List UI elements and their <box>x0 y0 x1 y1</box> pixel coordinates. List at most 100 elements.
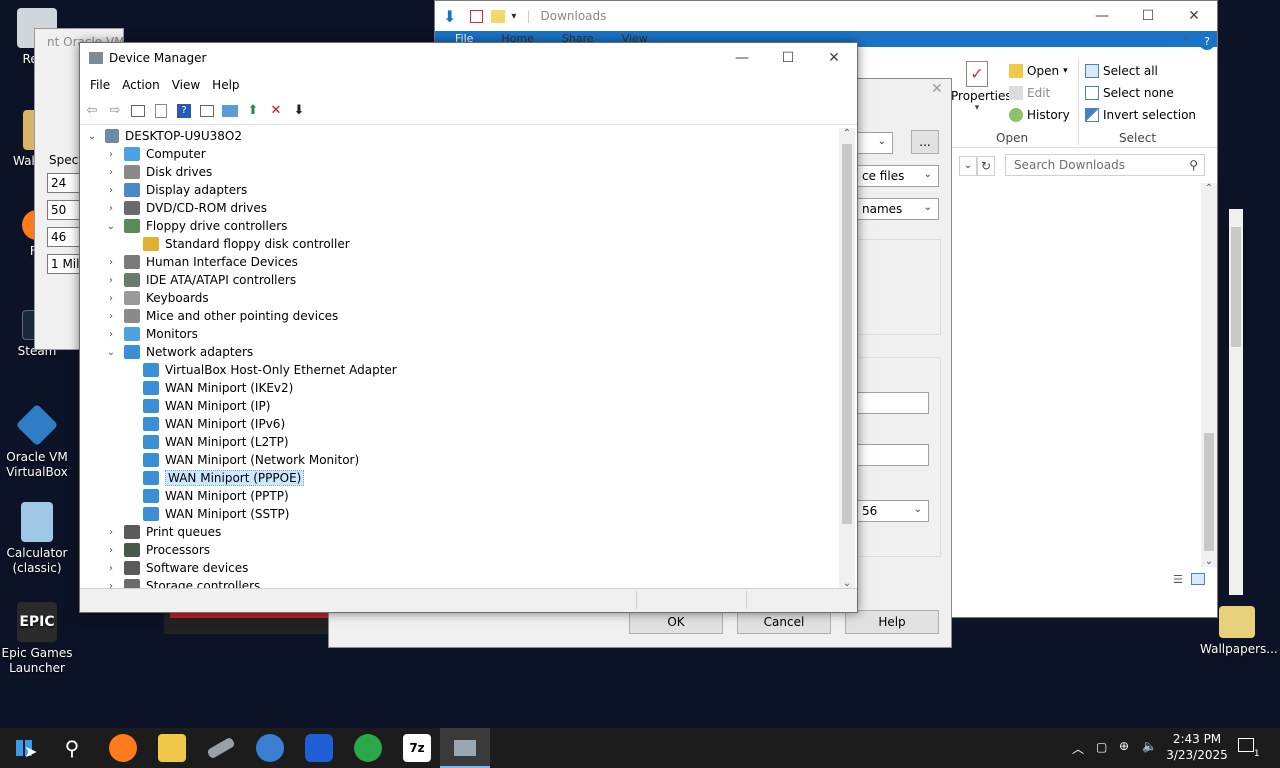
expand-chevron-icon[interactable]: › <box>105 257 117 268</box>
expand-chevron-icon[interactable]: › <box>105 293 117 304</box>
tree-device[interactable]: WAN Miniport (IP) <box>124 397 270 415</box>
properties-quick-icon[interactable] <box>470 9 484 23</box>
forward-icon[interactable]: ⇨ <box>105 101 125 121</box>
tree-category[interactable]: › Disk drives <box>105 163 212 181</box>
properties-icon[interactable] <box>151 101 171 121</box>
desktop-icon-virtualbox[interactable]: Oracle VM VirtualBox <box>0 403 74 480</box>
tree-scrollbar[interactable]: ⌃ ⌄ <box>839 128 855 589</box>
new-folder-quick-icon[interactable] <box>491 9 506 23</box>
tree-category[interactable]: › Print queues <box>105 523 221 541</box>
tree-category[interactable]: › Display adapters <box>105 181 247 199</box>
view-icon[interactable] <box>197 101 217 121</box>
show-hide-tree-icon[interactable] <box>128 101 148 121</box>
scroll-up-icon[interactable]: ⌃ <box>839 128 855 139</box>
large-icons-view-icon[interactable] <box>1191 573 1205 585</box>
back-icon[interactable]: ⇦ <box>82 101 102 121</box>
malwarebytes-taskbar-icon[interactable] <box>305 734 333 762</box>
file-explorer-taskbar-icon[interactable] <box>158 734 186 762</box>
scrollbar-thumb[interactable] <box>842 144 852 524</box>
scan-hardware-icon[interactable] <box>220 101 240 121</box>
file-list-scrollbar[interactable]: ⌃ ⌄ <box>1201 183 1217 567</box>
action-center-button[interactable]: 1 <box>1238 738 1264 759</box>
tree-category[interactable]: › Human Interface Devices <box>105 253 298 271</box>
open-button[interactable]: Open ▾ <box>1009 60 1068 82</box>
browse-button[interactable]: ... <box>911 130 939 154</box>
outer-scrollbar[interactable] <box>1229 209 1243 595</box>
expand-chevron-icon[interactable]: › <box>105 527 117 538</box>
properties-button[interactable]: ✓ Properties ▾ <box>951 61 1012 113</box>
tree-category[interactable]: › Computer <box>105 145 206 163</box>
tree-device[interactable]: WAN Miniport (SSTP) <box>124 505 289 523</box>
menu-action[interactable]: Action <box>116 78 166 92</box>
tree-device[interactable]: Standard floppy disk controller <box>124 235 350 253</box>
collapse-chevron-icon[interactable]: ⌄ <box>105 221 117 232</box>
expand-chevron-icon[interactable]: › <box>105 329 117 340</box>
details-view-icon[interactable]: ☰ <box>1173 573 1183 586</box>
invert-selection-button[interactable]: Invert selection <box>1085 104 1196 126</box>
expand-chevron-icon[interactable]: › <box>105 563 117 574</box>
edit-button[interactable]: Edit <box>1009 82 1050 104</box>
search-button[interactable]: ⚲ <box>56 734 88 762</box>
close-button[interactable]: ✕ <box>1171 1 1217 31</box>
text-field[interactable] <box>857 444 929 466</box>
size-combo[interactable]: 56 ⌄ <box>857 500 929 522</box>
select-none-button[interactable]: Select none <box>1085 82 1174 104</box>
minimize-button[interactable]: — <box>1079 1 1125 31</box>
refresh-icon[interactable]: ↻ <box>977 156 995 176</box>
browser-taskbar-icon[interactable] <box>354 734 382 762</box>
usb-tool-taskbar-icon[interactable] <box>206 736 236 760</box>
help-icon[interactable]: ? <box>1199 34 1215 50</box>
device-manager-taskbar-button[interactable] <box>440 728 490 768</box>
qbittorrent-taskbar-icon[interactable] <box>256 734 284 762</box>
help-button[interactable]: Help <box>845 610 939 634</box>
show-hidden-icons-icon[interactable]: ︿ <box>1072 740 1084 757</box>
volume-muted-icon[interactable]: 🔈 <box>1142 739 1157 753</box>
maximize-button[interactable]: ☐ <box>1125 1 1171 31</box>
tree-device[interactable]: WAN Miniport (IKEv2) <box>124 379 293 397</box>
tree-category[interactable]: › Mice and other pointing devices <box>105 307 338 325</box>
uninstall-device-icon[interactable]: ✕ <box>266 101 286 121</box>
collapse-chevron-icon[interactable]: ⌄ <box>105 347 117 358</box>
history-button[interactable]: History <box>1009 104 1070 126</box>
tree-device[interactable]: VirtualBox Host-Only Ethernet Adapter <box>124 361 397 379</box>
minimize-button[interactable]: — <box>719 43 765 73</box>
expand-chevron-icon[interactable]: › <box>105 167 117 178</box>
expand-chevron-icon[interactable]: › <box>105 275 117 286</box>
clock[interactable]: 2:43 PM 3/23/2025 <box>1166 731 1228 763</box>
menu-view[interactable]: View <box>166 78 206 92</box>
meet-now-icon[interactable]: ▢ <box>1096 740 1107 754</box>
names-combo[interactable]: names ⌄ <box>857 198 939 220</box>
path-combo[interactable]: ⌄ <box>857 132 893 154</box>
collapse-chevron-icon[interactable]: ⌄ <box>86 131 98 142</box>
help-icon[interactable]: ? <box>174 101 194 121</box>
tree-category[interactable]: › IDE ATA/ATAPI controllers <box>105 271 296 289</box>
disable-device-icon[interactable]: ⬇ <box>289 101 309 121</box>
quick-access-dropdown-icon[interactable]: ▾ <box>511 11 516 22</box>
type-combo[interactable]: ce files ⌄ <box>857 165 939 187</box>
expand-chevron-icon[interactable]: › <box>105 149 117 160</box>
tree-category[interactable]: ⌄ Network adapters <box>105 343 253 361</box>
desktop-icon-calculator[interactable]: Calculator (classic) <box>0 502 74 576</box>
network-icon[interactable]: ⊕ <box>1119 739 1129 753</box>
address-dropdown-icon[interactable]: ⌄ <box>959 156 977 176</box>
tree-device[interactable]: WAN Miniport (IPv6) <box>124 415 285 433</box>
tree-device[interactable]: WAN Miniport (Network Monitor) <box>124 451 359 469</box>
tree-device[interactable]: WAN Miniport (L2TP) <box>124 433 289 451</box>
firefox-taskbar-icon[interactable] <box>109 734 137 762</box>
maximize-button[interactable]: ☐ <box>765 43 811 73</box>
menu-help[interactable]: Help <box>206 78 245 92</box>
update-driver-icon[interactable]: ⬆ <box>243 101 263 121</box>
text-field[interactable] <box>857 392 929 414</box>
ok-button[interactable]: OK <box>629 610 723 634</box>
desktop-icon-epic-games[interactable]: EPIC Epic Games Launcher <box>0 602 74 676</box>
tree-device[interactable]: WAN Miniport (PPPOE) <box>124 469 305 487</box>
tree-category[interactable]: › Keyboards <box>105 289 209 307</box>
7zip-taskbar-icon[interactable]: 7z <box>403 734 431 762</box>
expand-chevron-icon[interactable]: › <box>105 203 117 214</box>
tree-category[interactable]: › DVD/CD-ROM drives <box>105 199 267 217</box>
expand-chevron-icon[interactable]: › <box>105 311 117 322</box>
close-button[interactable]: ✕ <box>811 43 857 73</box>
menu-file[interactable]: File <box>84 78 116 92</box>
search-box[interactable]: Search Downloads ⚲ <box>1005 154 1205 176</box>
tree-category[interactable]: › Processors <box>105 541 210 559</box>
